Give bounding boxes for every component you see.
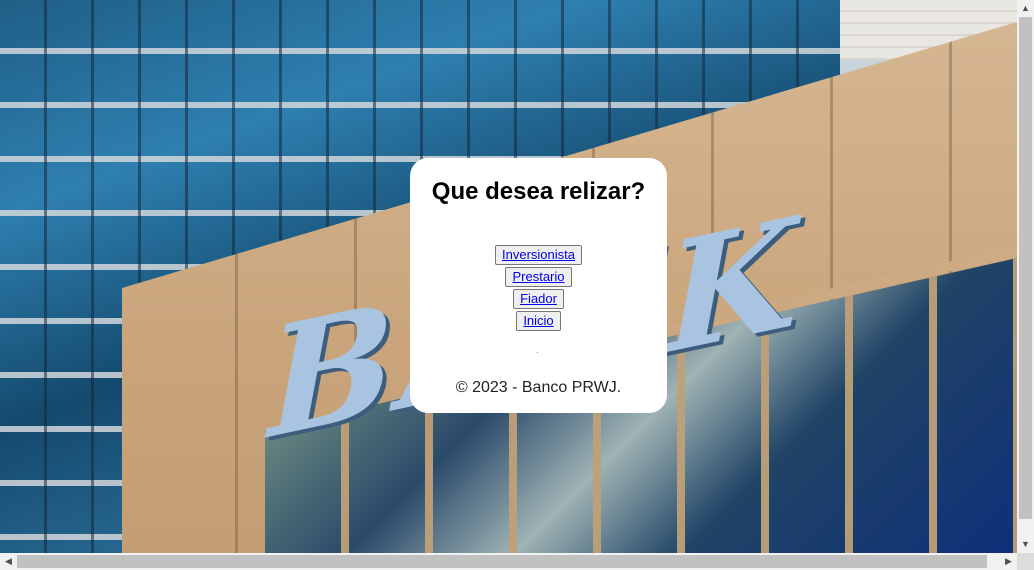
scroll-up-icon[interactable]: ▲ [1017,0,1034,17]
card-title: Que desea relizar? [431,178,646,205]
scrollbar-corner [1017,553,1034,570]
vertical-scroll-thumb[interactable] [1019,17,1032,519]
separator-dot [537,352,538,353]
page-viewport: BANK Que desea relizar? Inversionista Pr… [0,0,1017,553]
horizontal-scrollbar[interactable]: ◀ ▶ [0,553,1017,570]
scroll-right-icon[interactable]: ▶ [1000,553,1017,570]
vertical-scrollbar[interactable]: ▲ ▼ [1017,0,1034,553]
fiador-button[interactable]: Fiador [513,289,564,309]
inversionista-button[interactable]: Inversionista [495,245,582,265]
inicio-button[interactable]: Inicio [516,311,561,331]
horizontal-scroll-thumb[interactable] [17,555,987,568]
scroll-down-icon[interactable]: ▼ [1017,536,1034,553]
footer-copyright: © 2023 - Banco PRWJ. [455,379,622,396]
menu-card: Que desea relizar? Inversionista Prestar… [410,158,667,413]
prestario-button[interactable]: Prestario [505,267,572,287]
scroll-left-icon[interactable]: ◀ [0,553,17,570]
menu-button-group: Inversionista Prestario Fiador Inicio [410,245,667,331]
